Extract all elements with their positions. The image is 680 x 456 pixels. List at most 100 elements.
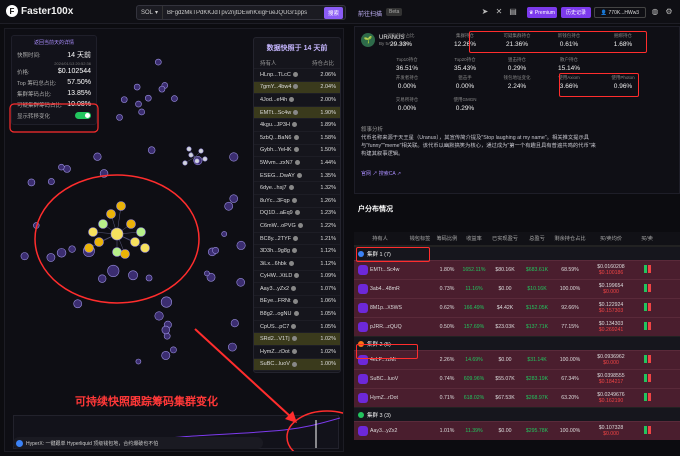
- history-label: 历史记录: [565, 10, 586, 16]
- doc-icon[interactable]: ▤: [508, 7, 518, 17]
- holder-cell[interactable]: pJRR...zQUQ: [354, 322, 406, 332]
- metric-value: 36.51%: [395, 65, 419, 72]
- metric: 狙击持仓 0.29%: [491, 57, 543, 72]
- metric-value: 35.43%: [453, 65, 477, 72]
- address-input[interactable]: BFgdzMkTPdKKJdTpv2njtDEwhKxigFueJQUGr1pp…: [163, 10, 324, 16]
- scan-link[interactable]: 前往扫描: [358, 9, 382, 18]
- cluster-name: 集群 3 (3): [367, 412, 391, 419]
- token-avatar: 🌱: [361, 33, 375, 47]
- dist-col: 总盈亏: [529, 236, 545, 242]
- metric: 团队持仓占比 29.33%: [375, 33, 427, 48]
- metric-label: 使用GMGN: [453, 97, 477, 102]
- telegram-icon[interactable]: ➤: [480, 7, 490, 17]
- metric-label: 交易所持仓: [395, 97, 419, 102]
- holder-cell[interactable]: HymZ...rDot: [354, 393, 406, 403]
- holder-address: 3ab4...48mR: [370, 286, 400, 292]
- holder-cell[interactable]: EMTt...Sc4w: [354, 265, 406, 275]
- holder-ret: 618.02%: [463, 395, 485, 401]
- holder-pct: 2.26%: [439, 357, 455, 363]
- distribution-body: 集群 1 (7) EMTt...Sc4w 1.80% 1652.11% $80.16K $…: [354, 246, 680, 440]
- holder-avatar: [358, 393, 368, 403]
- holder-avatar: [358, 303, 368, 313]
- premium-button[interactable]: ♛ Premium: [527, 7, 557, 18]
- metric-label: 钱包地址变化: [503, 75, 531, 80]
- metric: 开发者持仓 0.00%: [381, 75, 433, 90]
- holder-left: 100.00%: [559, 428, 581, 434]
- cluster-header[interactable]: 集群 3 (3): [354, 407, 680, 421]
- holder-price: $0.107328 $0.000: [588, 425, 634, 437]
- metric-label: 开发者持仓: [395, 75, 419, 80]
- history-button[interactable]: 历史记录: [561, 7, 591, 18]
- sell-price: $0.100186: [598, 270, 624, 276]
- metric-label: Top10持仓: [396, 57, 418, 62]
- dist-col: 买/卖均价: [599, 236, 623, 242]
- holder-cell[interactable]: SuBC...luoV: [354, 374, 406, 384]
- user-icon: 👤: [600, 9, 608, 16]
- wallet-address: 770K...HWw3: [608, 9, 640, 16]
- metric: 狙击手 0.00%: [439, 75, 491, 90]
- holder-real: $23.03K: [495, 324, 515, 330]
- holder-left: 67.34%: [561, 376, 579, 382]
- holder-total: $137.71K: [525, 324, 549, 330]
- holder-address: SuBC...luoV: [370, 376, 399, 382]
- holder-pct: 1.80%: [439, 267, 455, 273]
- token-description: 代币名称来源于天王星（Uranus），其宣传简介提及"Stop laughing…: [361, 135, 596, 157]
- holder-avatar: [358, 426, 368, 436]
- holder-real: $0.00: [498, 357, 512, 363]
- holder-cell[interactable]: 8M1p...X5WS: [354, 303, 406, 313]
- holder-total: $152.05K: [525, 305, 549, 311]
- holder-row[interactable]: HymZ...rDot 0.71% 618.02% $67.53K $268.97K 63…: [354, 388, 680, 407]
- buy-sell-bars: [634, 322, 660, 332]
- metric-label: 散户持仓: [560, 57, 578, 62]
- holder-row[interactable]: 8M1p...X5WS 0.62% 166.49% $4.42K $152.05K 92.…: [354, 298, 680, 317]
- highlight-box-cluster1: [356, 247, 430, 262]
- highlight-box-platform: [559, 73, 639, 97]
- holder-left: 63.20%: [561, 395, 579, 401]
- holder-avatar: [358, 284, 368, 294]
- cluster-dot-icon: [358, 411, 364, 418]
- app-logo[interactable]: F Faster100x: [6, 5, 73, 17]
- holder-ret: 14.69%: [465, 357, 483, 363]
- wallet-button[interactable]: 👤 770K...HWw3: [594, 7, 646, 18]
- beta-badge: Beta: [386, 8, 403, 16]
- holder-left: 100.00%: [559, 357, 581, 363]
- annotation-overlay: [9, 103, 343, 451]
- holder-price: $0.0249676 $0.162190: [588, 392, 634, 404]
- holder-total: $683.61K: [525, 267, 549, 273]
- buy-sell-bars: [634, 374, 660, 384]
- metric-label: 团队持仓占比: [387, 33, 415, 38]
- metric-value: 0.00%: [397, 105, 417, 112]
- holder-row[interactable]: Aay3...yZx2 1.01% 11.39% $0.00 $295.78K 100.0…: [354, 421, 680, 440]
- x-icon[interactable]: ✕: [494, 7, 504, 17]
- holder-row[interactable]: SuBC...luoV 0.74% 609.96% $55.07K $283.19K 67…: [354, 369, 680, 388]
- holder-cell[interactable]: Aay3...yZx2: [354, 426, 406, 436]
- metric-value: 2.24%: [507, 83, 527, 90]
- sell-price: $0.000: [603, 289, 619, 295]
- holder-total: $31.14K: [527, 357, 547, 363]
- globe-icon[interactable]: ◍: [650, 7, 660, 17]
- holder-price: $0.134303 $0.269241: [588, 321, 634, 333]
- holder-row[interactable]: EMTt...Sc4w 1.80% 1652.11% $80.16K $683.61K 6…: [354, 260, 680, 279]
- chain-selector[interactable]: SOL ▾: [137, 6, 164, 19]
- holder-cell[interactable]: 3ab4...48mR: [354, 284, 406, 294]
- metric: 钱包地址变化 2.24%: [491, 75, 543, 90]
- metric: Top20持仓 35.43%: [439, 57, 491, 72]
- holder-address: Aay3...yZx2: [370, 428, 398, 434]
- metric-label: 狙击持仓: [508, 57, 526, 62]
- distribution-title: 户分布情况: [358, 206, 393, 213]
- distribution-header: 持有人 钱包标签 筹码比例 收益率 已实现盈亏 总盈亏 剩余持仓占比 买/卖均价 买/卖: [354, 232, 680, 246]
- holder-ret: 609.96%: [463, 376, 485, 382]
- holder-pct: 1.01%: [439, 428, 455, 434]
- holder-price: $0.0398555 $0.184217: [588, 373, 634, 385]
- holder-row[interactable]: 3ab4...48mR 0.73% 11.16% $0.00 $10.16K 100.00…: [354, 279, 680, 298]
- gear-icon[interactable]: ⚙: [664, 7, 674, 17]
- holder-row[interactable]: pJRR...zQUQ 0.50% 157.69% $23.03K $137.71K 77…: [354, 317, 680, 336]
- token-links[interactable]: 官网 ↗ 搜索CA ↗: [361, 170, 401, 177]
- search-button[interactable]: 搜索: [323, 6, 343, 19]
- holder-real: $55.07K: [495, 376, 515, 382]
- buy-sell-bars: [634, 426, 660, 436]
- holder-price: $0.199654 $0.000: [588, 283, 634, 295]
- crown-icon: ♛: [529, 9, 534, 16]
- chain-label: SOL: [141, 9, 154, 16]
- buy-sell-bars: [634, 393, 660, 403]
